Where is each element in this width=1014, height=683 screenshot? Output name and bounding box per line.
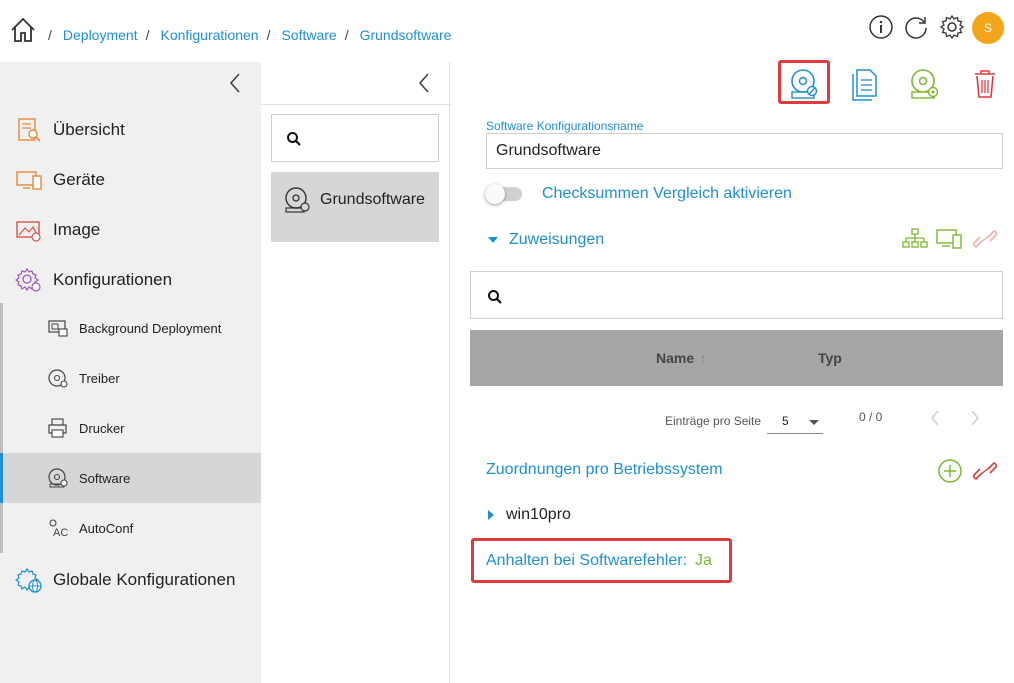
list-item[interactable]: Grundsoftware bbox=[271, 172, 439, 242]
search-icon bbox=[287, 132, 301, 146]
add-circle-icon[interactable] bbox=[937, 458, 963, 484]
sidebar-item-label: Drucker bbox=[79, 420, 125, 436]
image-icon bbox=[16, 221, 41, 242]
device-assign-icon[interactable] bbox=[936, 227, 962, 251]
sidebar-item-software[interactable]: Software bbox=[0, 453, 261, 503]
os-item-label: win10pro bbox=[506, 506, 571, 523]
info-icon[interactable] bbox=[868, 14, 894, 40]
sidebar-item-autoconf[interactable]: AC AutoConf bbox=[0, 503, 261, 553]
breadcrumb-separator: / bbox=[266, 27, 271, 43]
unlink-icon[interactable] bbox=[972, 458, 998, 484]
overview-icon bbox=[18, 118, 41, 142]
config-name-label: Software Konfigurationsname bbox=[486, 119, 644, 133]
breadcrumb-separator: / bbox=[145, 27, 150, 43]
per-page-label: Einträge pro Seite bbox=[665, 414, 762, 428]
sidebar-item-label: Konfigurationen bbox=[53, 270, 173, 289]
checksum-toggle-label: Checksummen Vergleich aktivieren bbox=[542, 185, 792, 202]
sidebar-item-globale-konfigurationen[interactable]: Globale Konfigurationen bbox=[0, 555, 261, 605]
sidebar-item-label: Übersicht bbox=[53, 120, 125, 139]
chevron-left-icon[interactable] bbox=[416, 72, 432, 94]
gear-icon[interactable] bbox=[939, 14, 965, 40]
caret-right-icon bbox=[488, 510, 494, 520]
sidebar-item-label: Background Deployment bbox=[79, 320, 222, 336]
per-page-value: 5 bbox=[782, 414, 789, 428]
list-item-label: Grundsoftware bbox=[320, 191, 425, 208]
sidebar-item-image[interactable]: Image bbox=[0, 205, 261, 255]
network-tree-icon[interactable] bbox=[902, 227, 928, 251]
chevron-left-icon[interactable] bbox=[227, 72, 243, 94]
autoconf-icon: AC bbox=[49, 519, 68, 539]
refresh-icon[interactable] bbox=[903, 14, 929, 40]
sidebar-item-label: Globale Konfigurationen bbox=[53, 570, 236, 589]
previous-page-icon[interactable] bbox=[927, 408, 943, 428]
breadcrumb-separator: / bbox=[48, 27, 52, 43]
assignments-label: Zuweisungen bbox=[509, 231, 605, 248]
avatar[interactable]: S bbox=[972, 12, 1004, 44]
sidebar-item-label: Geräte bbox=[53, 170, 105, 189]
table-header: Name ↑ Typ bbox=[470, 330, 1003, 386]
pager-count: 0 / 0 bbox=[859, 410, 883, 424]
os-assignments-heading: Zuordnungen pro Betriebssystem bbox=[486, 461, 723, 478]
unlink-icon[interactable] bbox=[972, 227, 998, 251]
sidebar-item-label: Software bbox=[79, 470, 131, 486]
sidebar: Übersicht Geräte Image Konfigurationen B… bbox=[0, 62, 261, 683]
breadcrumb-deployment[interactable]: Deployment bbox=[63, 27, 138, 43]
checksum-toggle[interactable] bbox=[485, 184, 522, 204]
search-icon bbox=[488, 290, 502, 304]
halt-on-error-label: Anhalten bei Softwarefehler: bbox=[486, 552, 688, 569]
svg-text:AC: AC bbox=[53, 527, 68, 539]
sidebar-item-drucker[interactable]: Drucker bbox=[0, 403, 261, 453]
table-search-input[interactable] bbox=[470, 271, 1003, 319]
software-disc-icon bbox=[285, 187, 310, 213]
halt-on-error-value[interactable]: Ja bbox=[695, 552, 712, 570]
per-page-select[interactable]: 5 bbox=[767, 408, 823, 434]
sidebar-item-label: Image bbox=[53, 220, 101, 239]
config-list-pane: Grundsoftware bbox=[261, 62, 450, 683]
document-copy-icon[interactable] bbox=[848, 66, 882, 102]
configurations-icon bbox=[15, 267, 41, 292]
assignments-expander[interactable]: Zuweisungen bbox=[488, 231, 604, 249]
breadcrumb: / Deployment / Konfigurationen / Softwar… bbox=[46, 27, 457, 43]
breadcrumb-grundsoftware[interactable]: Grundsoftware bbox=[360, 27, 452, 43]
list-search-input[interactable] bbox=[271, 114, 439, 162]
caret-down-icon bbox=[488, 237, 498, 243]
software-settings-icon[interactable] bbox=[787, 66, 821, 102]
devices-icon bbox=[16, 171, 42, 190]
column-header-name[interactable]: Name bbox=[656, 350, 694, 366]
detail-pane: Software Konfigurationsname Checksummen … bbox=[451, 60, 1014, 683]
next-page-icon[interactable] bbox=[967, 408, 983, 428]
toggle-knob bbox=[485, 184, 505, 204]
top-bar: / Deployment / Konfigurationen / Softwar… bbox=[0, 0, 1014, 62]
breadcrumb-separator: / bbox=[344, 27, 349, 43]
driver-icon bbox=[48, 369, 68, 388]
sidebar-item-uebersicht[interactable]: Übersicht bbox=[0, 105, 261, 155]
config-name-input[interactable] bbox=[486, 133, 1003, 169]
global-configurations-icon bbox=[15, 567, 42, 593]
trash-icon[interactable] bbox=[968, 66, 1002, 102]
sidebar-item-treiber[interactable]: Treiber bbox=[0, 353, 261, 403]
home-icon[interactable] bbox=[9, 16, 37, 44]
sidebar-item-konfigurationen[interactable]: Konfigurationen bbox=[0, 255, 261, 305]
sidebar-item-background-deployment[interactable]: Background Deployment bbox=[0, 303, 261, 353]
column-header-typ[interactable]: Typ bbox=[818, 350, 842, 366]
breadcrumb-software[interactable]: Software bbox=[281, 27, 336, 43]
sidebar-item-label: AutoConf bbox=[79, 520, 134, 536]
printer-icon bbox=[48, 418, 67, 438]
breadcrumb-konfigurationen[interactable]: Konfigurationen bbox=[160, 27, 258, 43]
sort-arrow-icon: ↑ bbox=[700, 351, 706, 365]
sidebar-item-label: Treiber bbox=[79, 370, 120, 386]
sidebar-item-geraete[interactable]: Geräte bbox=[0, 155, 261, 205]
os-item-win10pro[interactable]: win10pro bbox=[488, 506, 571, 524]
background-deployment-icon bbox=[48, 320, 68, 337]
software-disc-icon bbox=[48, 468, 68, 488]
chevron-down-icon bbox=[809, 420, 819, 425]
software-deploy-icon[interactable] bbox=[907, 66, 941, 102]
